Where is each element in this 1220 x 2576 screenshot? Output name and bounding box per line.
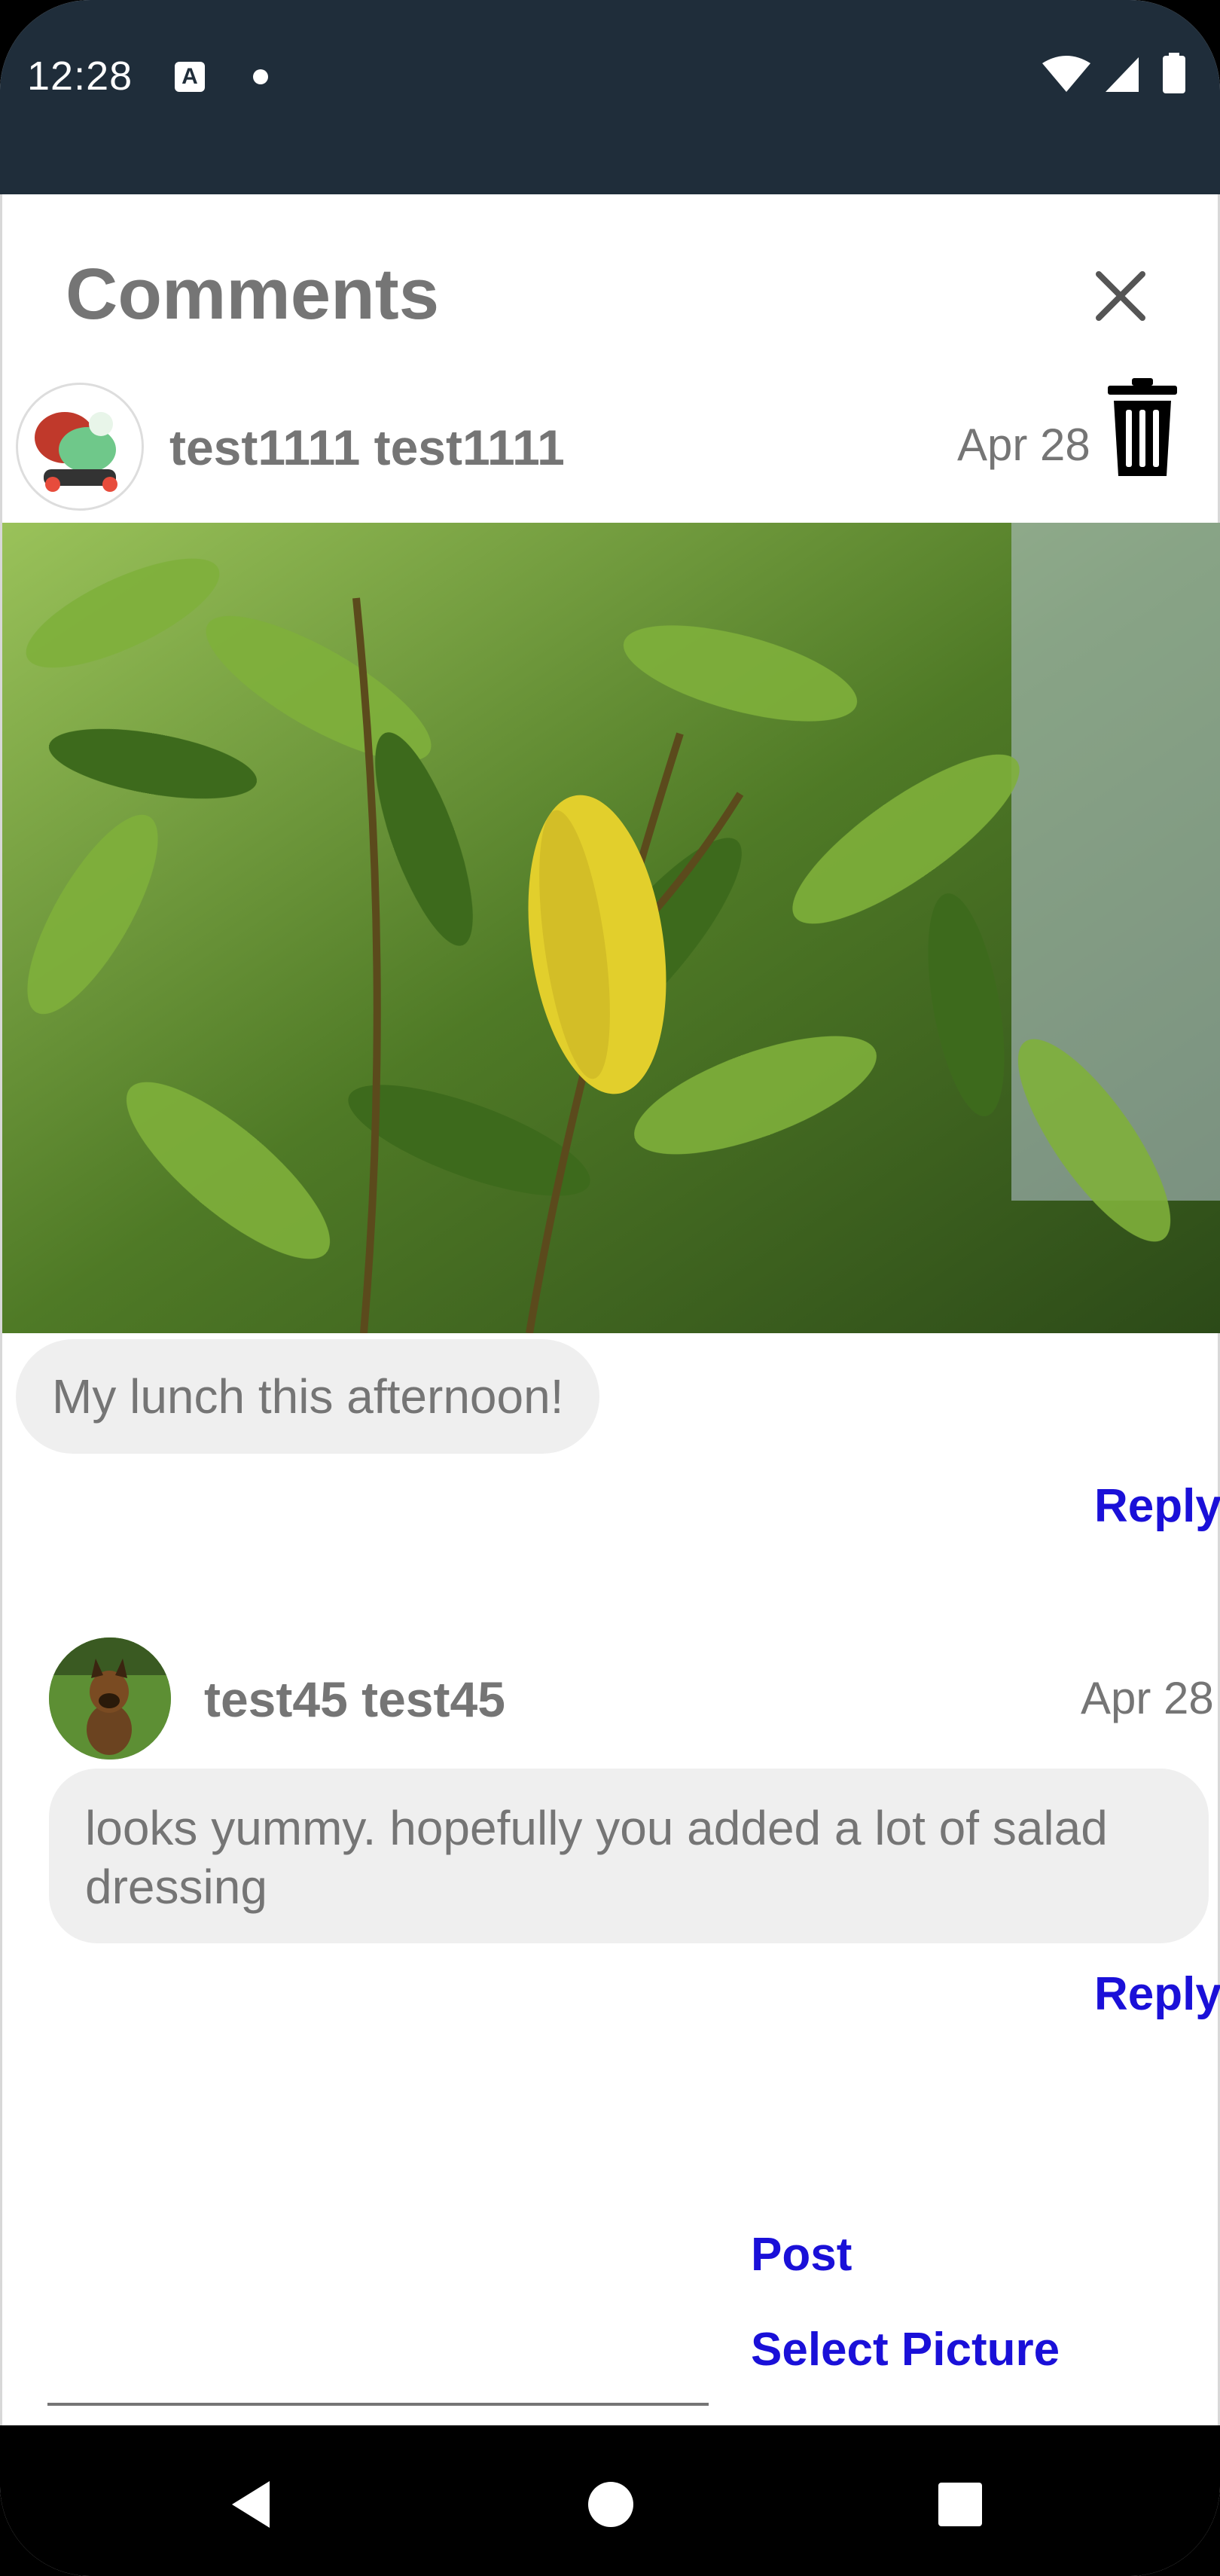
wifi-icon <box>1042 56 1090 92</box>
post-caption: My lunch this afternoon! <box>16 1339 600 1454</box>
comment-date: Apr 28 <box>1081 1673 1214 1723</box>
notification-dot <box>253 69 268 84</box>
a-icon: A <box>175 62 205 92</box>
page-title: Comments <box>66 254 440 334</box>
status-time: 12:28 <box>27 53 133 99</box>
trash-icon[interactable] <box>1103 377 1182 479</box>
comment-input[interactable] <box>47 2341 709 2406</box>
select-picture-button[interactable]: Select Picture <box>751 2323 1060 2376</box>
back-icon[interactable] <box>220 2471 288 2538</box>
phone-screen: 12:28 A Comments test1111 test1111 Apr 2… <box>0 0 1220 2576</box>
status-bar: 12:28 A <box>0 0 1220 194</box>
post-button[interactable]: Post <box>751 2228 852 2281</box>
post-header: test1111 test1111 Apr 28 <box>2 377 1220 527</box>
comment-text: looks yummy. hopefully you added a lot o… <box>49 1769 1209 1943</box>
post-author-name[interactable]: test1111 test1111 <box>169 419 565 476</box>
recents-icon[interactable] <box>926 2471 994 2538</box>
close-icon[interactable] <box>1087 262 1154 330</box>
post-date: Apr 28 <box>957 420 1090 470</box>
status-icons <box>1042 53 1193 98</box>
post-reply-link[interactable]: Reply <box>1094 1479 1220 1533</box>
comments-panel: Comments test1111 test1111 Apr 28 My lun… <box>0 194 1220 2425</box>
signal-icon <box>1106 57 1139 92</box>
battery-icon <box>1163 53 1185 93</box>
avatar[interactable] <box>49 1637 171 1760</box>
navigation-bar <box>0 2425 1220 2576</box>
home-icon[interactable] <box>577 2471 645 2538</box>
comment-reply-link[interactable]: Reply <box>1094 1967 1220 2021</box>
comment-author-name[interactable]: test45 test45 <box>204 1671 505 1728</box>
avatar[interactable] <box>16 383 144 511</box>
post-image[interactable] <box>2 523 1220 1333</box>
